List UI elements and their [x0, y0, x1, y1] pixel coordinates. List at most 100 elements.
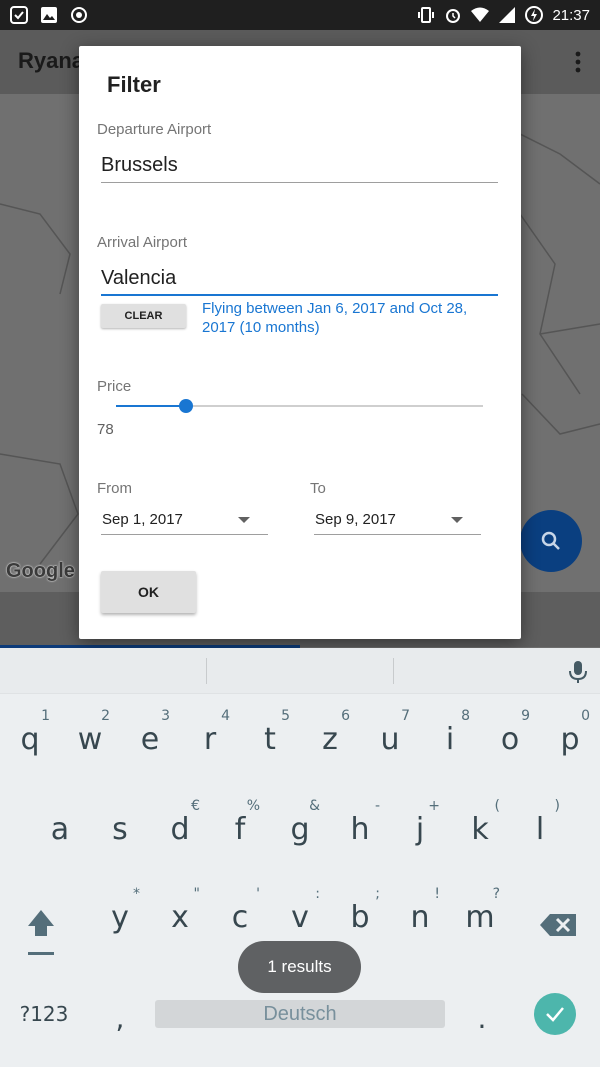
key-label: u — [380, 722, 400, 757]
ok-button[interactable]: OK — [101, 571, 196, 613]
key-l[interactable]: l) — [510, 798, 570, 860]
from-label: From — [97, 480, 132, 497]
clear-button[interactable]: CLEAR — [101, 304, 186, 328]
overflow-menu-icon[interactable] — [574, 50, 582, 74]
dropdown-arrow-icon — [238, 517, 250, 523]
key-label: q — [20, 722, 40, 757]
key-hint: ; — [375, 886, 380, 902]
key-hint: 9 — [521, 708, 530, 724]
key-hint: 0 — [581, 708, 590, 724]
departure-input[interactable] — [101, 149, 498, 183]
key-label: v — [291, 900, 309, 935]
key-label: l — [535, 812, 545, 847]
key-hint: ( — [494, 798, 500, 814]
key-label: p — [560, 722, 580, 757]
key-x[interactable]: x " — [150, 886, 210, 948]
key-e[interactable]: e3 — [120, 708, 180, 770]
results-toast: 1 results — [238, 941, 361, 993]
key-f[interactable]: f% — [210, 798, 270, 860]
image-icon — [41, 7, 57, 23]
key-r[interactable]: r4 — [180, 708, 240, 770]
key-d[interactable]: d € — [150, 798, 210, 860]
key-label: i — [445, 722, 455, 757]
key-z[interactable]: z6 — [300, 708, 360, 770]
app-title: Ryana — [18, 48, 85, 73]
key-hint: : — [315, 886, 320, 902]
key-i[interactable]: i8 — [420, 708, 480, 770]
shift-key[interactable] — [18, 906, 64, 962]
key-w[interactable]: w2 — [60, 708, 120, 770]
key-m[interactable]: m? — [450, 886, 510, 948]
space-key[interactable]: Deutsch — [155, 1000, 445, 1028]
vibrate-icon — [418, 7, 435, 23]
wifi-icon — [471, 7, 490, 22]
key-h[interactable]: h- — [330, 798, 390, 860]
key-o[interactable]: o9 — [480, 708, 540, 770]
key-hint: ' — [256, 886, 260, 902]
arrival-label: Arrival Airport — [97, 234, 188, 251]
key-hint: % — [246, 798, 260, 814]
key-s[interactable]: s — [90, 800, 150, 860]
key-label: s — [112, 812, 128, 847]
key-hint: ? — [492, 886, 500, 902]
key-g[interactable]: g & — [270, 798, 330, 860]
to-date-select[interactable]: Sep 9, 2017 — [314, 507, 481, 535]
departure-label: Departure Airport — [97, 121, 212, 138]
backspace-key[interactable] — [538, 906, 580, 946]
key-label: e — [140, 722, 160, 757]
key-hint: 6 — [341, 708, 350, 724]
period-key[interactable]: . — [462, 994, 502, 1044]
divider — [206, 658, 207, 684]
alarm-icon — [446, 9, 461, 23]
mic-icon[interactable] — [568, 660, 588, 684]
suggestion-strip — [0, 648, 600, 694]
status-bar: 21:37 — [0, 0, 600, 30]
status-time: 21:37 — [552, 6, 590, 24]
key-j[interactable]: j + — [390, 798, 450, 860]
key-n[interactable]: n! — [390, 886, 450, 948]
backspace-icon — [540, 914, 576, 936]
key-label: z — [322, 722, 338, 757]
key-hint: 4 — [221, 708, 230, 724]
key-hint: - — [374, 798, 380, 814]
shift-icon — [28, 910, 54, 936]
key-k[interactable]: k( — [450, 798, 510, 860]
key-label: w — [77, 722, 103, 757]
key-q[interactable]: q1 — [0, 708, 60, 770]
key-label: a — [50, 812, 70, 847]
key-hint: 8 — [461, 708, 470, 724]
key-y[interactable]: y * — [90, 886, 150, 948]
key-hint: + — [428, 798, 440, 814]
key-hint: & — [309, 798, 320, 814]
key-t[interactable]: t5 — [240, 708, 300, 770]
key-label: j — [415, 812, 425, 847]
divider — [393, 658, 394, 684]
key-p[interactable]: p0 — [540, 708, 600, 770]
dialog-title: Filter — [107, 72, 161, 97]
key-c[interactable]: c ' — [210, 886, 270, 948]
price-slider[interactable] — [116, 399, 483, 413]
key-v[interactable]: v: — [270, 886, 330, 948]
price-slider-thumb[interactable] — [178, 399, 193, 413]
key-label: d — [170, 812, 190, 847]
key-label: f — [234, 812, 246, 847]
from-date-select[interactable]: Sep 1, 2017 — [101, 507, 268, 535]
to-label: To — [310, 480, 326, 497]
key-label: y — [111, 900, 129, 935]
price-slider-fill — [116, 405, 186, 407]
search-fab[interactable] — [520, 510, 582, 572]
symbols-key[interactable]: ?123 — [8, 994, 80, 1034]
to-date-value: Sep 9, 2017 — [315, 511, 396, 528]
key-hint: 3 — [161, 708, 170, 724]
key-u[interactable]: u7 — [360, 708, 420, 770]
enter-key[interactable] — [534, 993, 576, 1035]
comma-key[interactable]: , — [100, 994, 140, 1044]
key-a[interactable]: a — [30, 800, 90, 860]
key-label: r — [203, 722, 217, 757]
arrival-input[interactable] — [101, 262, 498, 296]
key-hint: " — [193, 886, 200, 902]
key-hint: 2 — [101, 708, 110, 724]
record-icon — [71, 7, 87, 23]
key-b[interactable]: b; — [330, 886, 390, 948]
key-hint: ! — [434, 886, 440, 902]
